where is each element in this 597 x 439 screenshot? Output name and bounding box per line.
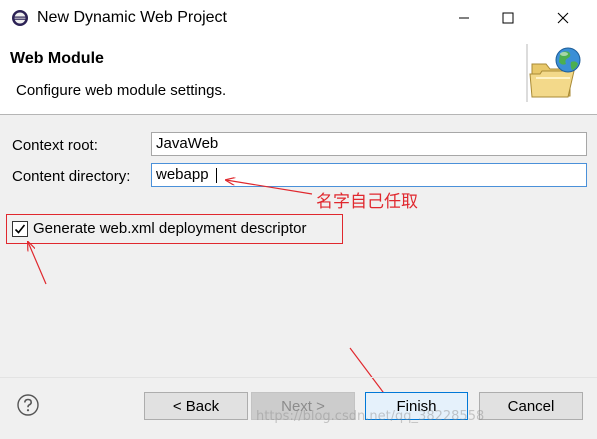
footer-separator xyxy=(0,377,597,378)
help-icon xyxy=(17,394,39,416)
back-button[interactable]: < Back xyxy=(144,392,248,420)
maximize-button[interactable] xyxy=(486,0,530,36)
watermark: https://blog.csdn.net/qq_38228558 xyxy=(256,409,485,424)
cancel-button[interactable]: Cancel xyxy=(479,392,583,420)
context-root-label: Context root: xyxy=(12,137,98,154)
context-root-input[interactable]: JavaWeb xyxy=(151,132,587,156)
page-description: Configure web module settings. xyxy=(16,82,227,99)
close-icon xyxy=(557,12,569,24)
content-directory-value: webapp xyxy=(156,166,209,183)
web-folder-globe-icon xyxy=(526,44,586,102)
eclipse-icon[interactable] xyxy=(11,9,29,27)
annotation-text: 名字自己任取 xyxy=(316,192,418,212)
close-button[interactable] xyxy=(541,0,585,36)
page-title: Web Module xyxy=(10,50,104,67)
minimize-icon xyxy=(459,17,469,19)
header-banner xyxy=(0,36,597,115)
content-directory-input[interactable]: webapp xyxy=(151,163,587,187)
annotation-highlight-box xyxy=(6,214,343,244)
minimize-button[interactable] xyxy=(442,0,486,36)
help-button[interactable] xyxy=(17,394,39,416)
content-directory-label: Content directory: xyxy=(12,168,131,185)
window-title: New Dynamic Web Project xyxy=(37,9,227,26)
text-caret xyxy=(216,168,217,183)
maximize-icon xyxy=(502,12,514,24)
